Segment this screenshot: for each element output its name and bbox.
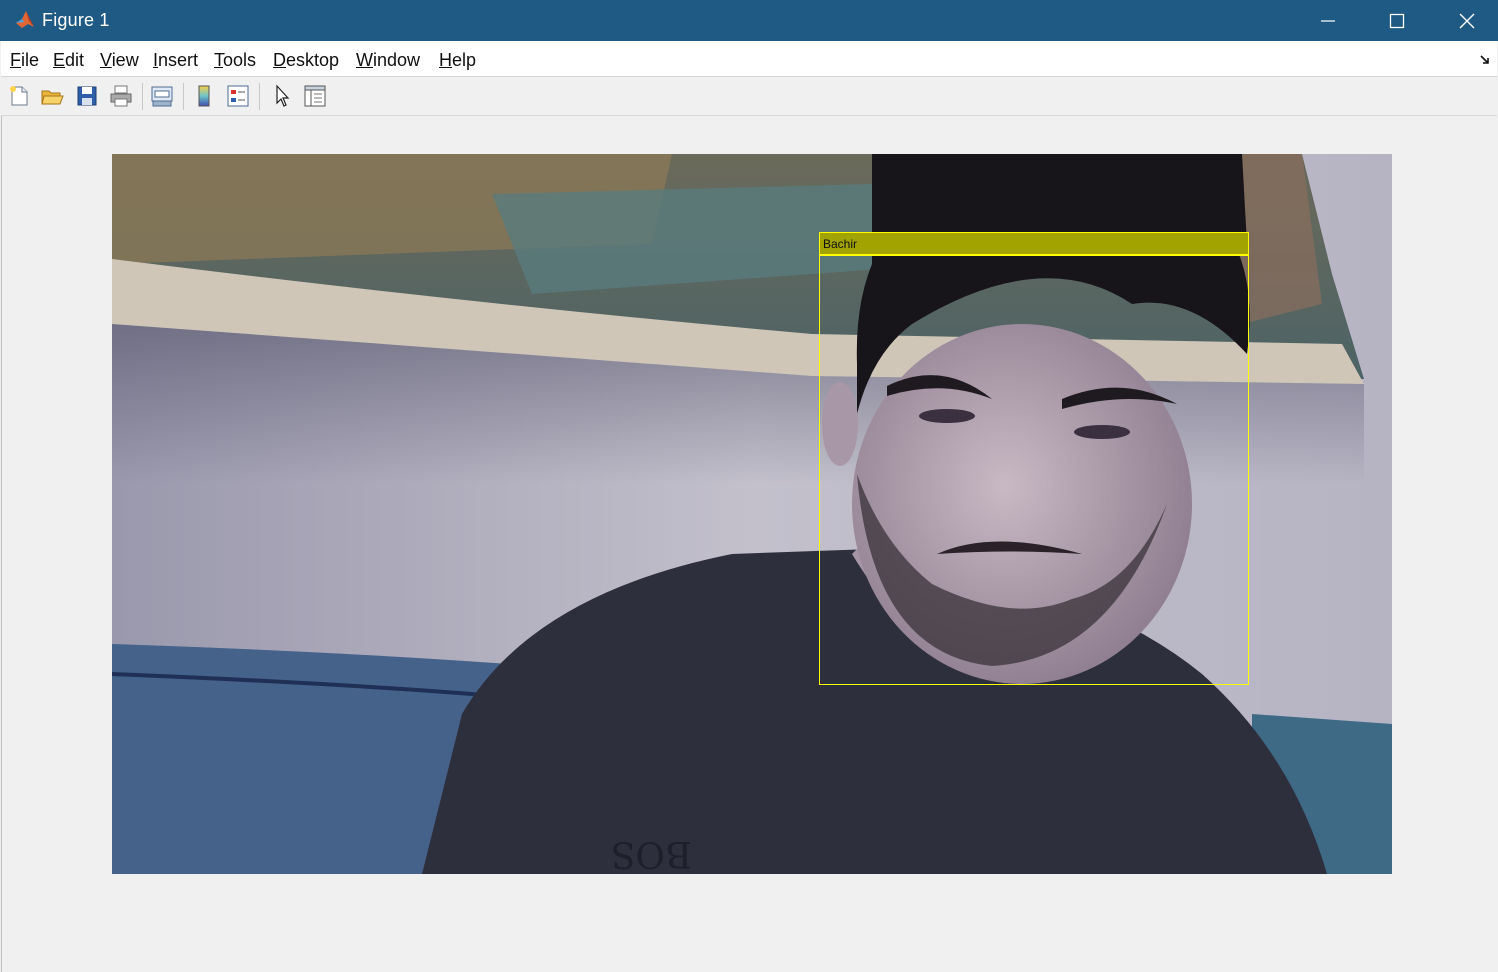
menu-file-mnemonic: F [10, 50, 21, 70]
menu-desktop-mnemonic: D [273, 50, 286, 70]
menu-edit[interactable]: Edit [53, 50, 84, 71]
detection-label: Bachir [819, 232, 1249, 255]
menu-view[interactable]: View [100, 50, 139, 71]
save-button[interactable] [74, 83, 100, 109]
property-inspector-icon [304, 85, 326, 107]
undock-arrow-icon[interactable] [1479, 53, 1491, 71]
menu-desktop[interactable]: Desktop [273, 50, 339, 71]
toolbar-separator [142, 83, 143, 110]
matlab-icon [14, 9, 36, 31]
save-icon [77, 86, 97, 106]
edit-plot-arrow-icon [276, 84, 290, 107]
menu-view-mnemonic: V [100, 50, 112, 70]
new-figure-icon [10, 86, 28, 106]
window-titlebar[interactable]: Figure 1 [0, 0, 1498, 41]
menu-insert-label: nsert [158, 50, 199, 70]
close-icon [1459, 13, 1475, 28]
menu-file-label: ile [21, 50, 40, 70]
menu-tools-mnemonic: T [214, 50, 223, 70]
menu-tools-label: ools [223, 50, 257, 70]
close-button[interactable] [1432, 0, 1498, 41]
toolbar-separator [183, 83, 184, 110]
link-plot-button[interactable] [149, 83, 175, 109]
detection-bounding-box [819, 255, 1249, 685]
minimize-button[interactable] [1293, 0, 1363, 41]
toolbar-separator [259, 83, 260, 110]
menu-file[interactable]: File [10, 50, 39, 71]
menu-help-label: elp [452, 50, 477, 70]
menu-window-label: indow [373, 50, 421, 70]
property-inspector-button[interactable] [302, 83, 328, 109]
link-plot-icon [151, 86, 173, 107]
menu-edit-label: dit [65, 50, 85, 70]
svg-text:BOS: BOS [611, 833, 692, 874]
print-icon [110, 85, 132, 107]
menu-insert[interactable]: Insert [153, 50, 198, 71]
menu-window-mnemonic: W [356, 50, 373, 70]
new-figure-button[interactable] [6, 83, 32, 109]
menu-view-label: iew [111, 50, 139, 70]
insert-legend-button[interactable] [225, 83, 251, 109]
insert-colorbar-button[interactable] [191, 83, 217, 109]
menu-desktop-label: esktop [286, 50, 340, 70]
menu-tools[interactable]: Tools [214, 50, 256, 71]
maximize-icon [1389, 13, 1405, 28]
window-title: Figure 1 [42, 10, 110, 30]
open-file-button[interactable] [39, 83, 65, 109]
edit-plot-button[interactable] [269, 83, 295, 109]
minimize-icon [1321, 19, 1335, 22]
insert-colorbar-icon [198, 85, 210, 107]
maximize-button[interactable] [1362, 0, 1432, 41]
insert-legend-icon [227, 85, 249, 107]
open-file-icon [41, 90, 64, 105]
menu-help[interactable]: Help [439, 50, 476, 71]
print-button[interactable] [108, 83, 134, 109]
detection-label-text: Bachir [823, 237, 858, 251]
menu-help-mnemonic: H [439, 50, 452, 70]
figure-toolbar [1, 77, 1497, 116]
menu-edit-mnemonic: E [53, 50, 66, 70]
menu-bar: File Edit View Insert Tools Desktop Wind… [1, 41, 1497, 77]
menu-window[interactable]: Window [356, 50, 420, 71]
